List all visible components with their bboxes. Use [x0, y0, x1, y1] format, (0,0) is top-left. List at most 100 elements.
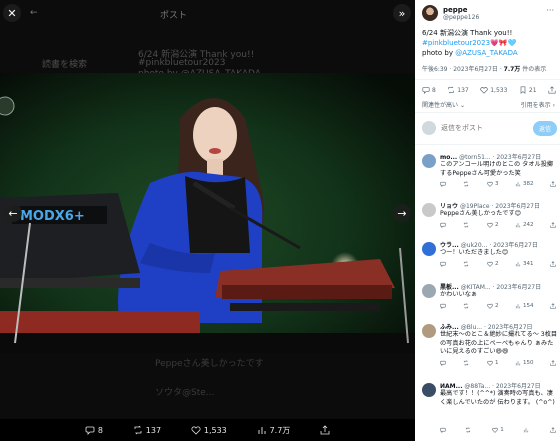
like-button[interactable]: 1,533 — [480, 86, 507, 94]
close-icon[interactable]: ✕ — [3, 4, 21, 22]
author-header[interactable]: peppe @peppe126 — [422, 5, 479, 21]
expand-icon[interactable]: » — [393, 4, 411, 22]
heart-icon — [492, 427, 498, 433]
heart-icon — [487, 303, 493, 309]
reply-reply-button[interactable] — [440, 261, 446, 267]
reply-display-name[interactable]: リョウ — [440, 203, 458, 210]
ghost-search: 読書を検索 — [42, 60, 88, 70]
reply-avatar[interactable] — [422, 242, 436, 256]
reply-avatar[interactable] — [422, 203, 436, 217]
reply-like-button[interactable]: 1 — [487, 360, 499, 366]
reply-like-button[interactable]: 3 — [487, 181, 499, 187]
reply-avatar[interactable] — [422, 284, 436, 298]
share-icon — [550, 221, 556, 228]
reply-avatar[interactable] — [422, 383, 436, 397]
share-icon — [548, 86, 556, 94]
viewer-share-button[interactable] — [320, 425, 330, 435]
reply-display-name[interactable]: ウラ... — [440, 242, 459, 249]
reply-handle[interactable]: @19Place — [460, 203, 490, 210]
like-count: 1,533 — [490, 86, 508, 94]
share-button[interactable] — [548, 86, 556, 94]
reply-display-name[interactable]: ふみ... — [440, 324, 459, 331]
viewer-views-button[interactable]: 7.7万 — [257, 425, 290, 436]
reply-submit-button[interactable]: 返信 — [532, 120, 557, 136]
reply-share-button[interactable] — [550, 359, 556, 366]
reply-input[interactable] — [441, 124, 521, 132]
reply-avatar[interactable] — [422, 324, 436, 338]
tweet-timestamp[interactable]: 午後6:39 · 2023年6月27日 · — [422, 66, 504, 73]
reply-reply-button[interactable] — [440, 360, 446, 366]
sort-dropdown[interactable]: 関連性が高い ⌄ — [422, 100, 465, 109]
reply-views-button[interactable]: 154 — [515, 303, 534, 309]
reply-views-button[interactable]: 242 — [515, 222, 534, 228]
reply-share-button[interactable] — [550, 302, 556, 309]
author-handle[interactable]: @peppe126 — [443, 14, 479, 21]
reply-avatar[interactable] — [422, 154, 436, 168]
media-viewer[interactable]: ← ポスト 読書を検索 6/24 新潟公演 Thank you!! #pinkb… — [0, 0, 415, 441]
viewer-reply-button[interactable]: 8 — [85, 425, 103, 435]
reply-repost-button[interactable] — [463, 359, 471, 366]
photographer-link[interactable]: @AZUSA_TAKADA — [455, 49, 517, 57]
reply-display-name[interactable]: 黒板... — [440, 284, 459, 291]
reply-repost-button[interactable] — [463, 221, 471, 228]
reply-share-button[interactable] — [550, 260, 556, 267]
reply-like-button[interactable]: 1 — [492, 427, 504, 433]
reply-date[interactable]: 2023年6月27日 — [495, 203, 540, 210]
view-quotes-link[interactable]: 引用を表示 › — [521, 100, 555, 109]
heart-icon — [480, 87, 488, 94]
avatar[interactable] — [422, 5, 438, 21]
reply-display-name[interactable]: ИАМ... — [440, 383, 462, 390]
reply-handle[interactable]: @KITAM... — [461, 284, 491, 291]
reply-like-button[interactable]: 2 — [487, 222, 499, 228]
reply-button[interactable]: 8 — [422, 86, 436, 94]
reply-share-button[interactable] — [550, 221, 556, 228]
reply-repost-button[interactable] — [463, 302, 471, 309]
reply-date[interactable]: 2023年6月27日 — [488, 324, 533, 331]
reply-actions: 3 382 — [440, 181, 556, 187]
reply-date[interactable]: 2023年6月27日 — [493, 242, 538, 249]
reply-reply-button[interactable] — [440, 427, 446, 433]
viewer-repost-button[interactable]: 137 — [133, 425, 161, 435]
reply-handle[interactable]: @88Ta... — [464, 383, 490, 390]
bookmark-button[interactable]: 21 — [519, 86, 537, 94]
reply-reply-button[interactable] — [440, 222, 446, 228]
reply-handle[interactable]: @Blu... — [461, 324, 482, 331]
reply-reply-button[interactable] — [440, 303, 446, 309]
reply-header: mo... @torn51... · 2023年6月27日 — [440, 154, 542, 161]
reply-display-name[interactable]: mo... — [440, 154, 457, 161]
reply-composer: 返信 — [422, 118, 557, 138]
reply-handle[interactable]: @uk20... — [461, 242, 488, 249]
reply-date[interactable]: 2023年6月27日 — [496, 383, 541, 390]
reply-text: つー！いただきました😊 — [440, 249, 509, 256]
heart-icon — [487, 222, 493, 228]
reply-views-button[interactable]: 382 — [515, 181, 534, 187]
reply-reply-button[interactable] — [440, 181, 446, 187]
arrow-right-icon[interactable]: → — [393, 204, 411, 222]
reply-view-count: 150 — [523, 359, 534, 366]
reply-date[interactable]: 2023年6月27日 — [496, 154, 541, 161]
ghost-line-2: #pinkbluetour2023 — [138, 58, 226, 68]
reply-share-button[interactable] — [550, 181, 556, 187]
repost-button[interactable]: 137 — [447, 86, 469, 94]
viewer-like-button[interactable]: 1,533 — [191, 425, 227, 435]
reply-views-button[interactable]: 341 — [515, 261, 534, 267]
reply-like-button[interactable]: 2 — [487, 303, 499, 309]
repost-icon — [463, 359, 468, 366]
reply-repost-button[interactable] — [465, 427, 473, 433]
reply-handle[interactable]: @torn51... — [459, 154, 491, 161]
reply-like-button[interactable]: 2 — [487, 261, 499, 267]
reply-date[interactable]: 2023年6月27日 — [496, 284, 541, 291]
reply-like-count: 2 — [495, 302, 499, 309]
author-display-name[interactable]: peppe — [443, 6, 479, 14]
reply-share-button[interactable] — [550, 427, 556, 433]
reply-icon — [440, 222, 446, 228]
reply-repost-button[interactable] — [463, 260, 471, 267]
divider — [415, 144, 560, 145]
reply-views-button[interactable]: 150 — [515, 360, 534, 366]
hashtag-link[interactable]: #pinkbluetour2023 — [422, 39, 490, 47]
more-options-icon[interactable]: ··· — [546, 6, 554, 15]
reply-views-button[interactable] — [523, 427, 531, 433]
reply-repost-button[interactable] — [463, 181, 471, 187]
heart-icon — [487, 181, 493, 187]
arrow-left-icon[interactable]: ← — [4, 204, 22, 222]
